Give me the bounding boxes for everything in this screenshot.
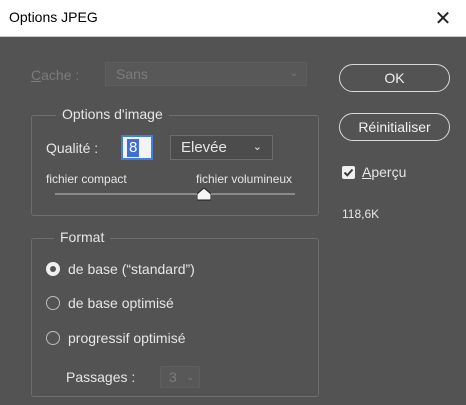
radio-progressive-optimized[interactable]: [46, 331, 60, 345]
preview-label[interactable]: Aperçu: [362, 164, 406, 180]
dialog-title: Options JPEG: [9, 9, 98, 25]
radio-label-baseline-optimized[interactable]: de base optimisé: [68, 295, 174, 311]
compact-file-label: fichier compact: [46, 172, 127, 186]
title-bar: Options JPEG ✕: [0, 0, 466, 37]
passes-select[interactable]: 3 ⌄: [160, 366, 200, 388]
file-size-readout: 118,6K: [342, 207, 380, 221]
preview-checkbox[interactable]: [342, 166, 355, 179]
cache-label: Cache :: [31, 67, 80, 83]
ok-button[interactable]: OK: [339, 64, 450, 92]
image-options-group: Options d'image: [31, 106, 319, 216]
checkmark-icon: [343, 168, 354, 177]
radio-label-progressive-optimized[interactable]: progressif optimisé: [68, 330, 186, 346]
chevron-down-icon: ⌄: [289, 68, 298, 79]
chevron-down-icon: ⌄: [252, 141, 262, 153]
radio-label-baseline-standard[interactable]: de base (“standard”): [68, 261, 195, 277]
jpeg-options-dialog: Options JPEG ✕ Cache : Sans ⌄ Options d'…: [0, 0, 466, 405]
format-legend: Format: [54, 229, 111, 245]
quality-label: Qualité :: [46, 140, 99, 156]
quality-input[interactable]: 8: [121, 135, 153, 160]
quality-value: 8: [127, 138, 140, 157]
passes-label: Passages :: [66, 369, 136, 385]
large-file-label: fichier volumineux: [196, 172, 293, 186]
reset-button[interactable]: Réinitialiser: [339, 113, 450, 141]
quality-slider-track[interactable]: [55, 193, 295, 195]
quality-level-select[interactable]: Elevée ⌄: [170, 135, 273, 160]
cache-select[interactable]: Sans ⌄: [105, 62, 307, 86]
close-button[interactable]: ✕: [420, 0, 466, 36]
close-icon: ✕: [434, 7, 452, 30]
image-options-legend: Options d'image: [56, 106, 169, 122]
radio-baseline-optimized[interactable]: [46, 296, 60, 310]
chevron-down-icon: ⌄: [186, 372, 194, 382]
passes-value: 3: [169, 369, 177, 385]
quality-level-value: Elevée: [181, 139, 227, 156]
radio-baseline-standard[interactable]: [46, 262, 60, 276]
cache-value: Sans: [116, 66, 148, 82]
